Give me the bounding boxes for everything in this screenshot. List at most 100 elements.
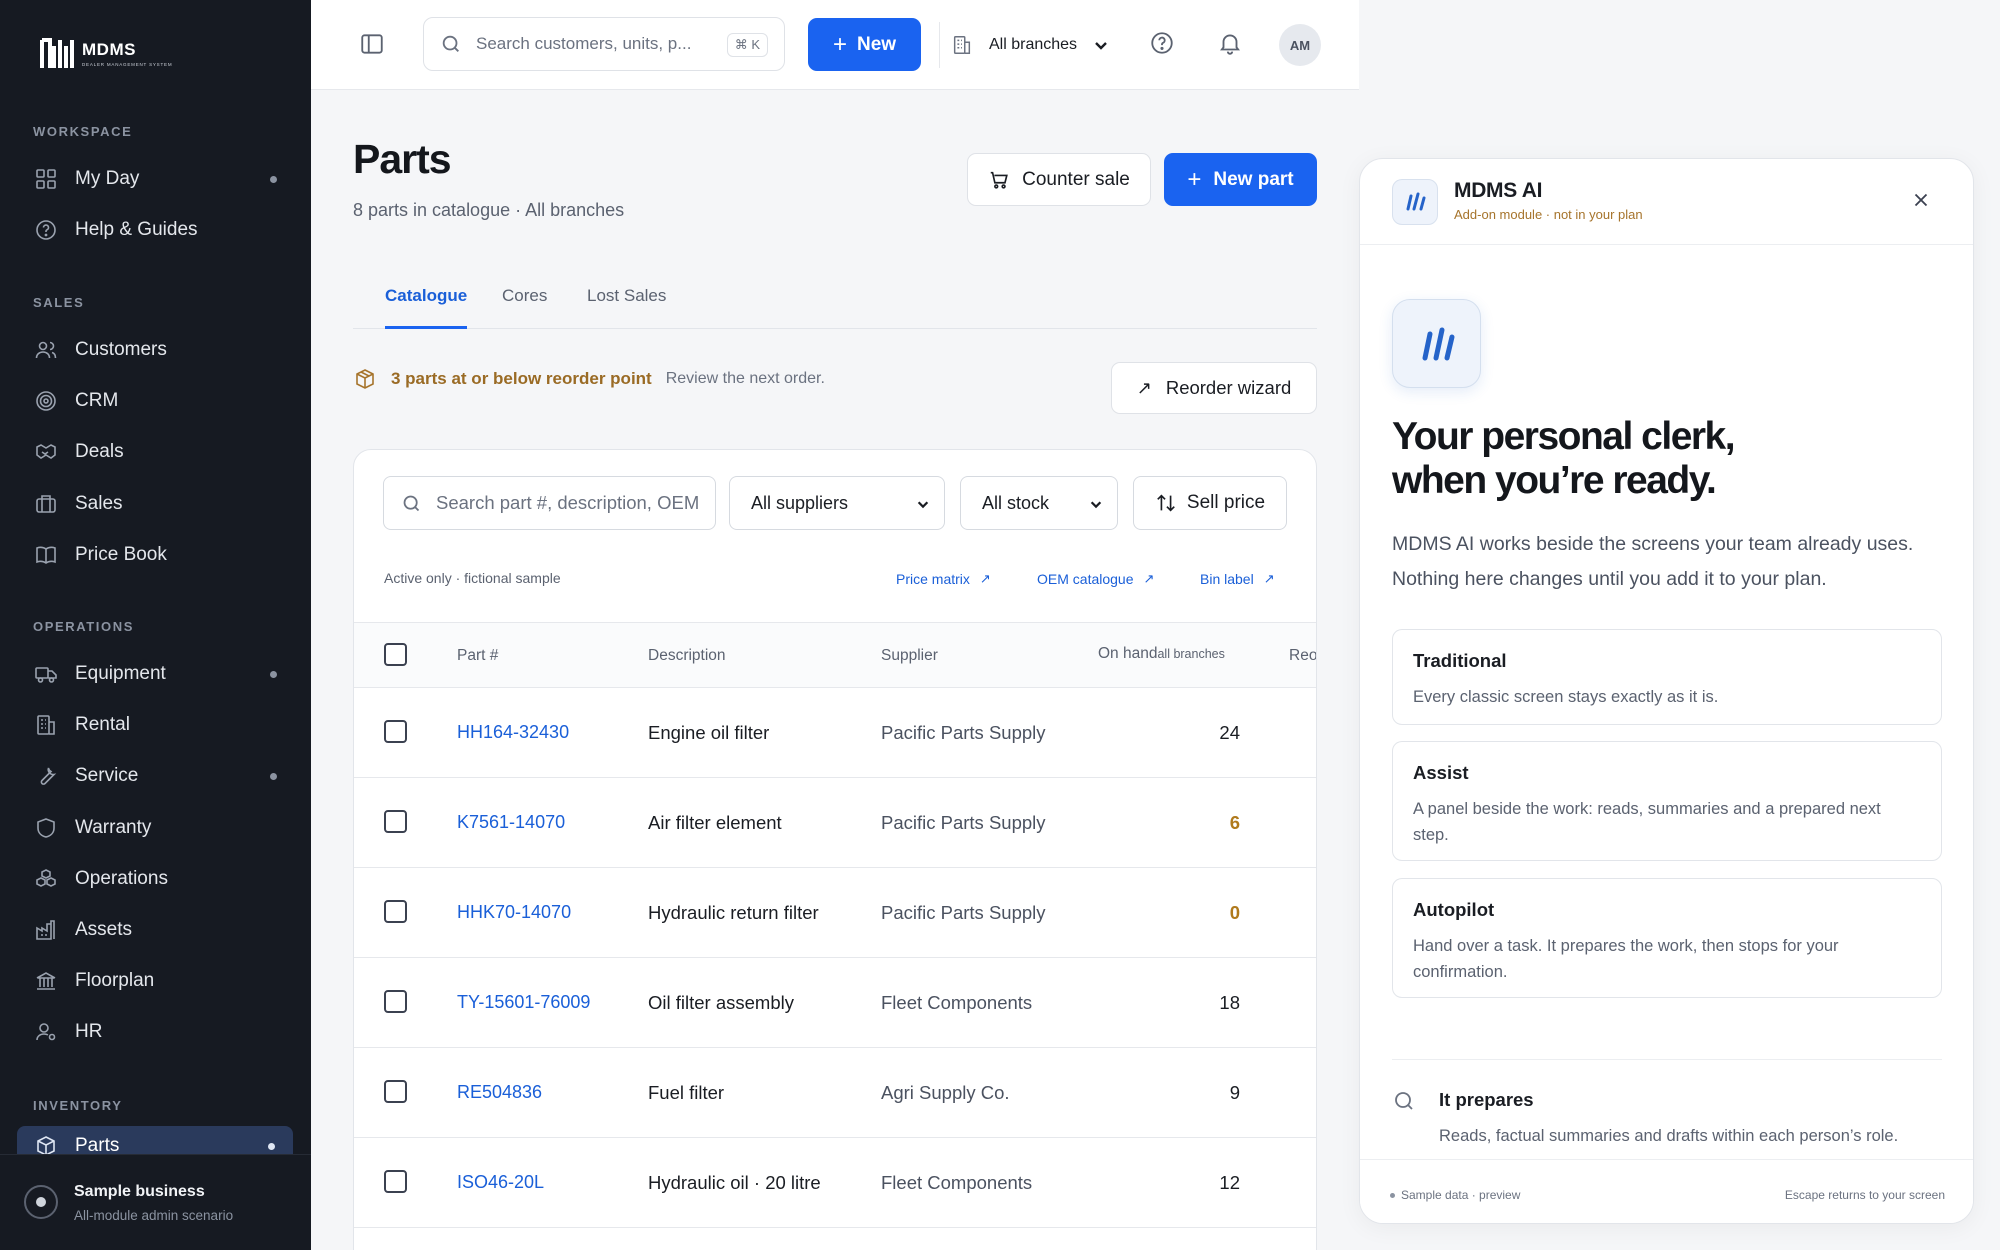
new-part-label: New part: [1213, 168, 1294, 190]
bell-icon[interactable]: [1217, 30, 1245, 58]
chevron-down-icon: [1095, 42, 1107, 50]
sidebar-item-customers[interactable]: Customers: [33, 330, 283, 370]
part-number-link[interactable]: TY-15601-76009: [457, 992, 590, 1013]
ai-panel: MDMS AI Add-on module · not in your plan…: [1359, 158, 1974, 1224]
stock-filter-value: All stock: [982, 492, 1050, 513]
sidebar-item-label: Assets: [75, 919, 133, 940]
escape-hint: Escape returns to your screen: [1784, 1188, 1945, 1202]
wrench-icon: [33, 764, 58, 789]
sidebar-item-label: Warranty: [75, 817, 152, 838]
cart-icon: [990, 171, 1008, 189]
page-title: Parts: [353, 136, 452, 182]
reorder-wizard-button[interactable]: ↗ Reorder wizard: [1111, 362, 1317, 414]
close-icon[interactable]: [1910, 189, 1934, 213]
part-number-link[interactable]: K7561-14070: [457, 812, 565, 833]
part-number-link[interactable]: ISO46-20L: [457, 1172, 544, 1193]
tab-catalogue[interactable]: Catalogue: [385, 270, 468, 329]
bin-label-link[interactable]: Bin label ↗: [1200, 571, 1275, 587]
table-row[interactable]: K7561-14070 Air filter element Pacific P…: [354, 778, 1316, 868]
oem-catalogue-link[interactable]: OEM catalogue ↗: [1037, 571, 1154, 587]
table-header: Part # Description Supplier On handall b…: [354, 622, 1316, 688]
sidebar-item-label: Help & Guides: [75, 219, 198, 240]
sidebar-item-price-book[interactable]: Price Book: [33, 535, 283, 575]
sidebar-item-warranty[interactable]: Warranty: [33, 808, 283, 848]
table-row[interactable]: HHK70-14070 Hydraulic return filter Paci…: [354, 868, 1316, 958]
ai-option-traditional[interactable]: Traditional Every classic screen stays e…: [1392, 629, 1942, 725]
sell-price-button[interactable]: Sell price: [1133, 476, 1287, 530]
sidebar-item-label: CRM: [75, 390, 119, 411]
sidebar-item-label: HR: [75, 1021, 103, 1042]
parts-search-placeholder: Search part #, description, OEM: [436, 492, 700, 513]
sort-icon: [1157, 494, 1175, 512]
parts-search-input[interactable]: Search part #, description, OEM: [383, 476, 716, 530]
sidebar-item-label: My Day: [75, 168, 140, 189]
on-hand-qty-low: 0: [1229, 902, 1240, 923]
ai-hero-line-1: Your personal clerk,: [1392, 415, 1736, 458]
counter-sale-button[interactable]: Counter sale: [967, 153, 1151, 206]
column-header-supplier[interactable]: Supplier: [881, 647, 938, 665]
option-title: Autopilot: [1413, 899, 1495, 920]
external-link-icon: ↗: [979, 571, 991, 586]
column-header-description[interactable]: Description: [648, 647, 726, 665]
help-icon[interactable]: [1149, 30, 1177, 58]
divider: [1392, 1059, 1942, 1060]
sidebar-item-assets[interactable]: Assets: [33, 910, 283, 950]
chevron-down-icon: [1090, 501, 1102, 509]
on-hand-qty: 24: [1219, 722, 1240, 743]
sidebar-item-service[interactable]: Service: [33, 756, 283, 796]
business-switcher[interactable]: Sample business All-module admin scenari…: [0, 1154, 311, 1250]
column-header-part[interactable]: Part #: [457, 647, 498, 665]
sidebar-item-operations[interactable]: Operations: [33, 859, 283, 899]
table-row[interactable]: RE504836 Fuel filter Agri Supply Co. 9: [354, 1048, 1316, 1138]
row-checkbox[interactable]: [384, 1170, 407, 1193]
global-search-input[interactable]: Search customers, units, p... ⌘ K: [423, 17, 785, 71]
building-icon: [33, 713, 58, 738]
divider: [939, 22, 940, 68]
column-header-on-hand[interactable]: On handall branches: [1098, 645, 1225, 663]
link-label: OEM catalogue: [1037, 571, 1134, 587]
chevron-down-icon: [917, 501, 929, 509]
book-icon: [33, 543, 58, 568]
part-number-link[interactable]: HHK70-14070: [457, 902, 571, 923]
tab-cores[interactable]: Cores: [502, 270, 547, 329]
table-row[interactable]: ISO46-20L Hydraulic oil · 20 litre Fleet…: [354, 1138, 1316, 1228]
price-matrix-link[interactable]: Price matrix ↗: [896, 571, 991, 587]
row-checkbox[interactable]: [384, 1080, 407, 1103]
sidebar-item-rental[interactable]: Rental: [33, 705, 283, 745]
sidebar-item-help-guides[interactable]: Help & Guides: [33, 210, 283, 250]
part-number-link[interactable]: RE504836: [457, 1082, 542, 1103]
app-logo[interactable]: MDMS DEALER MANAGEMENT SYSTEM: [40, 36, 172, 70]
part-description: Hydraulic return filter: [648, 902, 819, 923]
table-row[interactable]: TY-15601-76009 Oil filter assembly Fleet…: [354, 958, 1316, 1048]
sidebar-item-hr[interactable]: HR: [33, 1012, 283, 1052]
external-link-icon: ↗: [1143, 571, 1155, 586]
avatar[interactable]: AM: [1279, 24, 1321, 66]
sidebar-item-crm[interactable]: CRM: [33, 381, 283, 421]
tab-lost-sales[interactable]: Lost Sales: [587, 270, 666, 329]
row-checkbox[interactable]: [384, 810, 407, 833]
sidebar-item-equipment[interactable]: Equipment: [33, 654, 283, 694]
sidebar-item-deals[interactable]: Deals: [33, 432, 283, 472]
select-all-checkbox[interactable]: [384, 643, 407, 666]
row-checkbox[interactable]: [384, 720, 407, 743]
ai-option-assist[interactable]: Assist A panel beside the work: reads, s…: [1392, 741, 1942, 861]
on-hand-label: On hand: [1098, 645, 1158, 662]
new-button[interactable]: + New: [808, 18, 921, 71]
sidebar-item-sales[interactable]: Sales: [33, 484, 283, 524]
new-part-button[interactable]: + New part: [1164, 153, 1317, 206]
row-checkbox[interactable]: [384, 990, 407, 1013]
sidebar-item-my-day[interactable]: My Day: [33, 159, 283, 199]
sidebar-item-floorplan[interactable]: Floorplan: [33, 961, 283, 1001]
business-radio-icon: [24, 1185, 58, 1219]
supplier-filter-select[interactable]: All suppliers: [729, 476, 945, 530]
ai-option-autopilot[interactable]: Autopilot Hand over a task. It prepares …: [1392, 878, 1942, 998]
sidebar: MDMS DEALER MANAGEMENT SYSTEM WORKSPACE …: [0, 0, 311, 1250]
stock-filter-select[interactable]: All stock: [960, 476, 1118, 530]
ai-panel-footer: Sample data · preview Escape returns to …: [1360, 1159, 1973, 1223]
table-row[interactable]: HH164-32430 Engine oil filter Pacific Pa…: [354, 688, 1316, 778]
column-header-reorder[interactable]: Reo: [1289, 647, 1316, 665]
row-checkbox[interactable]: [384, 900, 407, 923]
part-number-link[interactable]: HH164-32430: [457, 722, 569, 743]
sidebar-toggle-icon[interactable]: [359, 31, 387, 59]
branch-selector[interactable]: All branches: [951, 28, 1109, 62]
